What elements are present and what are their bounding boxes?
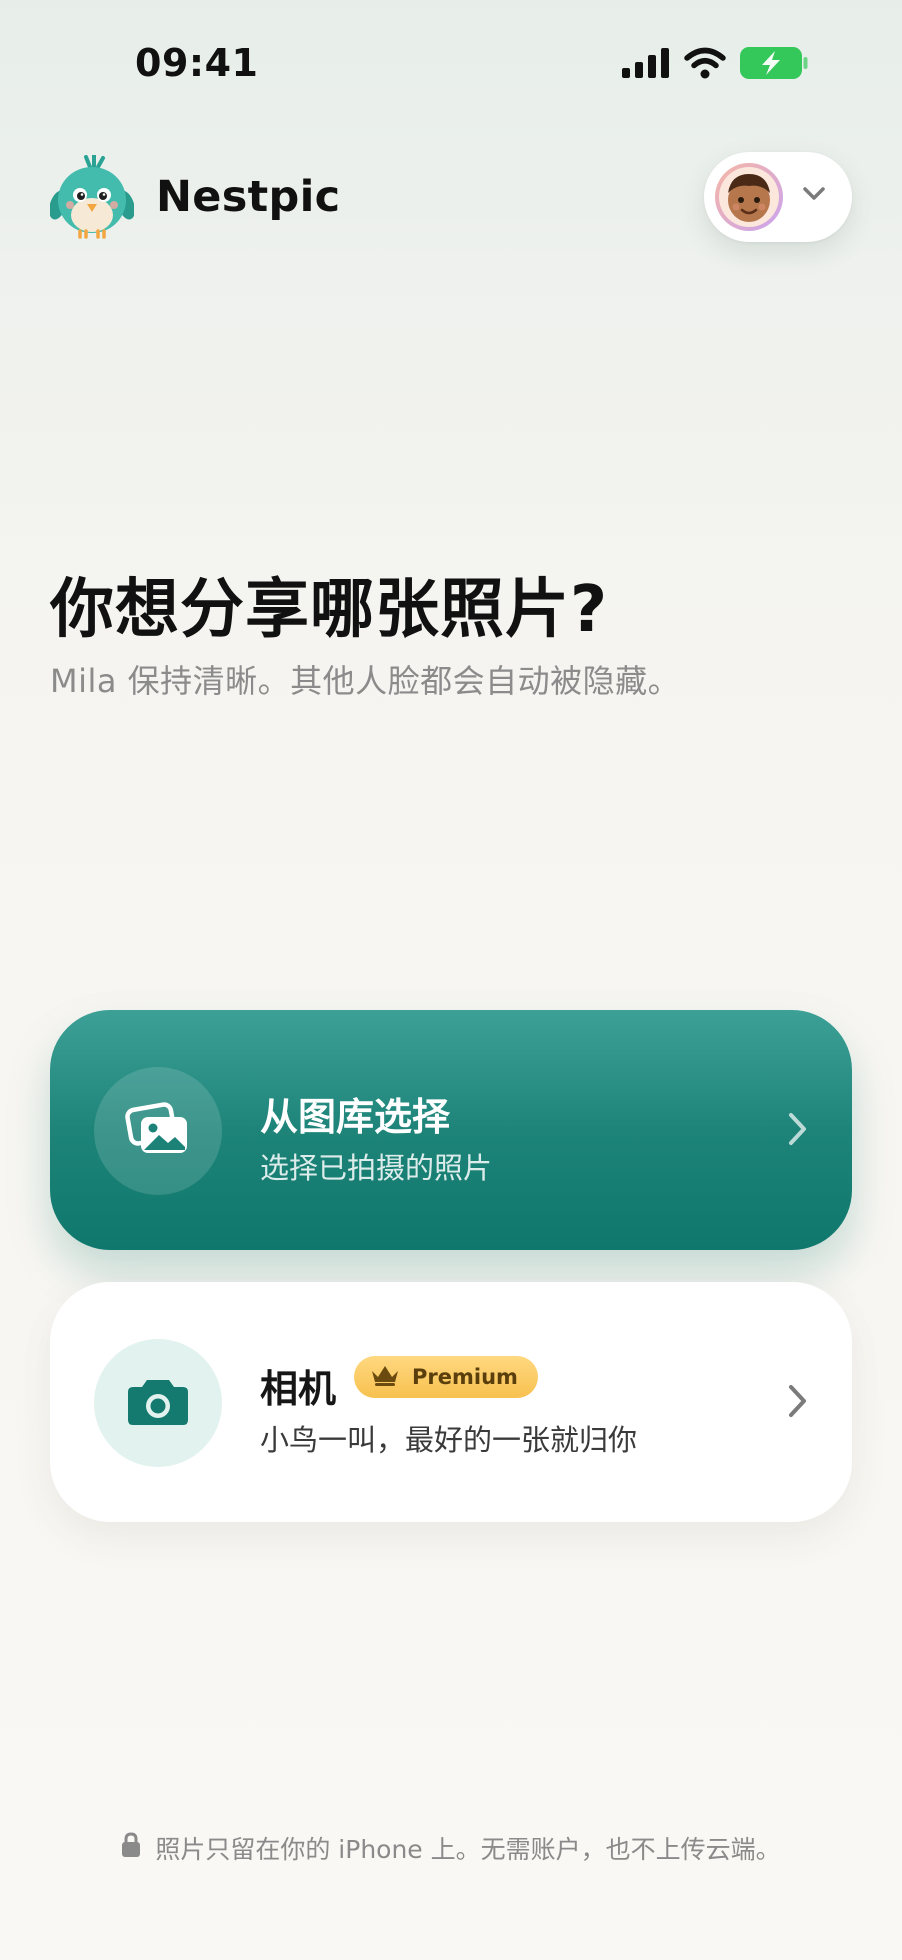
camera-option-button[interactable]: 相机 Premium 小鸟一叫，最好的一张就归你 — [50, 1282, 852, 1522]
bird-mascot-logo — [49, 153, 135, 239]
profile-switcher-button[interactable] — [704, 152, 852, 242]
privacy-note-text: 照片只留在你的 iPhone 上。无需账户，也不上传云端。 — [155, 1835, 781, 1864]
wifi-icon — [684, 47, 726, 79]
chevron-right-icon — [788, 1384, 808, 1422]
privacy-note: 照片只留在你的 iPhone 上。无需账户，也不上传云端。 — [0, 1830, 902, 1866]
status-time: 09:41 — [135, 41, 259, 85]
camera-option-title: 相机 — [260, 1367, 337, 1411]
premium-badge-label: Premium — [412, 1365, 518, 1389]
gallery-option-subtitle: 选择已拍摄的照片 — [260, 1151, 493, 1185]
gallery-icon-container — [94, 1067, 222, 1195]
battery-charging-icon — [740, 47, 808, 79]
photo-stack-icon — [125, 1101, 191, 1161]
choose-from-gallery-button[interactable]: 从图库选择 选择已拍摄的照片 — [50, 1010, 852, 1250]
camera-icon — [127, 1376, 189, 1430]
crown-icon — [370, 1364, 400, 1390]
status-bar: 09:41 — [0, 0, 902, 120]
chevron-down-icon — [802, 186, 826, 206]
app-header: Nestpic — [0, 150, 902, 250]
page-title: 你想分享哪张照片? — [50, 573, 609, 647]
status-icons — [622, 47, 808, 79]
camera-option-subtitle: 小鸟一叫，最好的一张就归你 — [260, 1423, 638, 1457]
app-name: Nestpic — [156, 172, 341, 222]
cellular-signal-icon — [622, 48, 670, 78]
gallery-option-title: 从图库选择 — [260, 1095, 451, 1139]
lock-icon — [121, 1832, 141, 1864]
premium-badge: Premium — [354, 1356, 538, 1398]
camera-icon-container — [94, 1339, 222, 1467]
chevron-right-icon — [788, 1112, 808, 1150]
child-avatar-icon — [714, 162, 784, 232]
page-subtitle: Mila 保持清晰。其他人脸都会自动被隐藏。 — [50, 662, 681, 700]
